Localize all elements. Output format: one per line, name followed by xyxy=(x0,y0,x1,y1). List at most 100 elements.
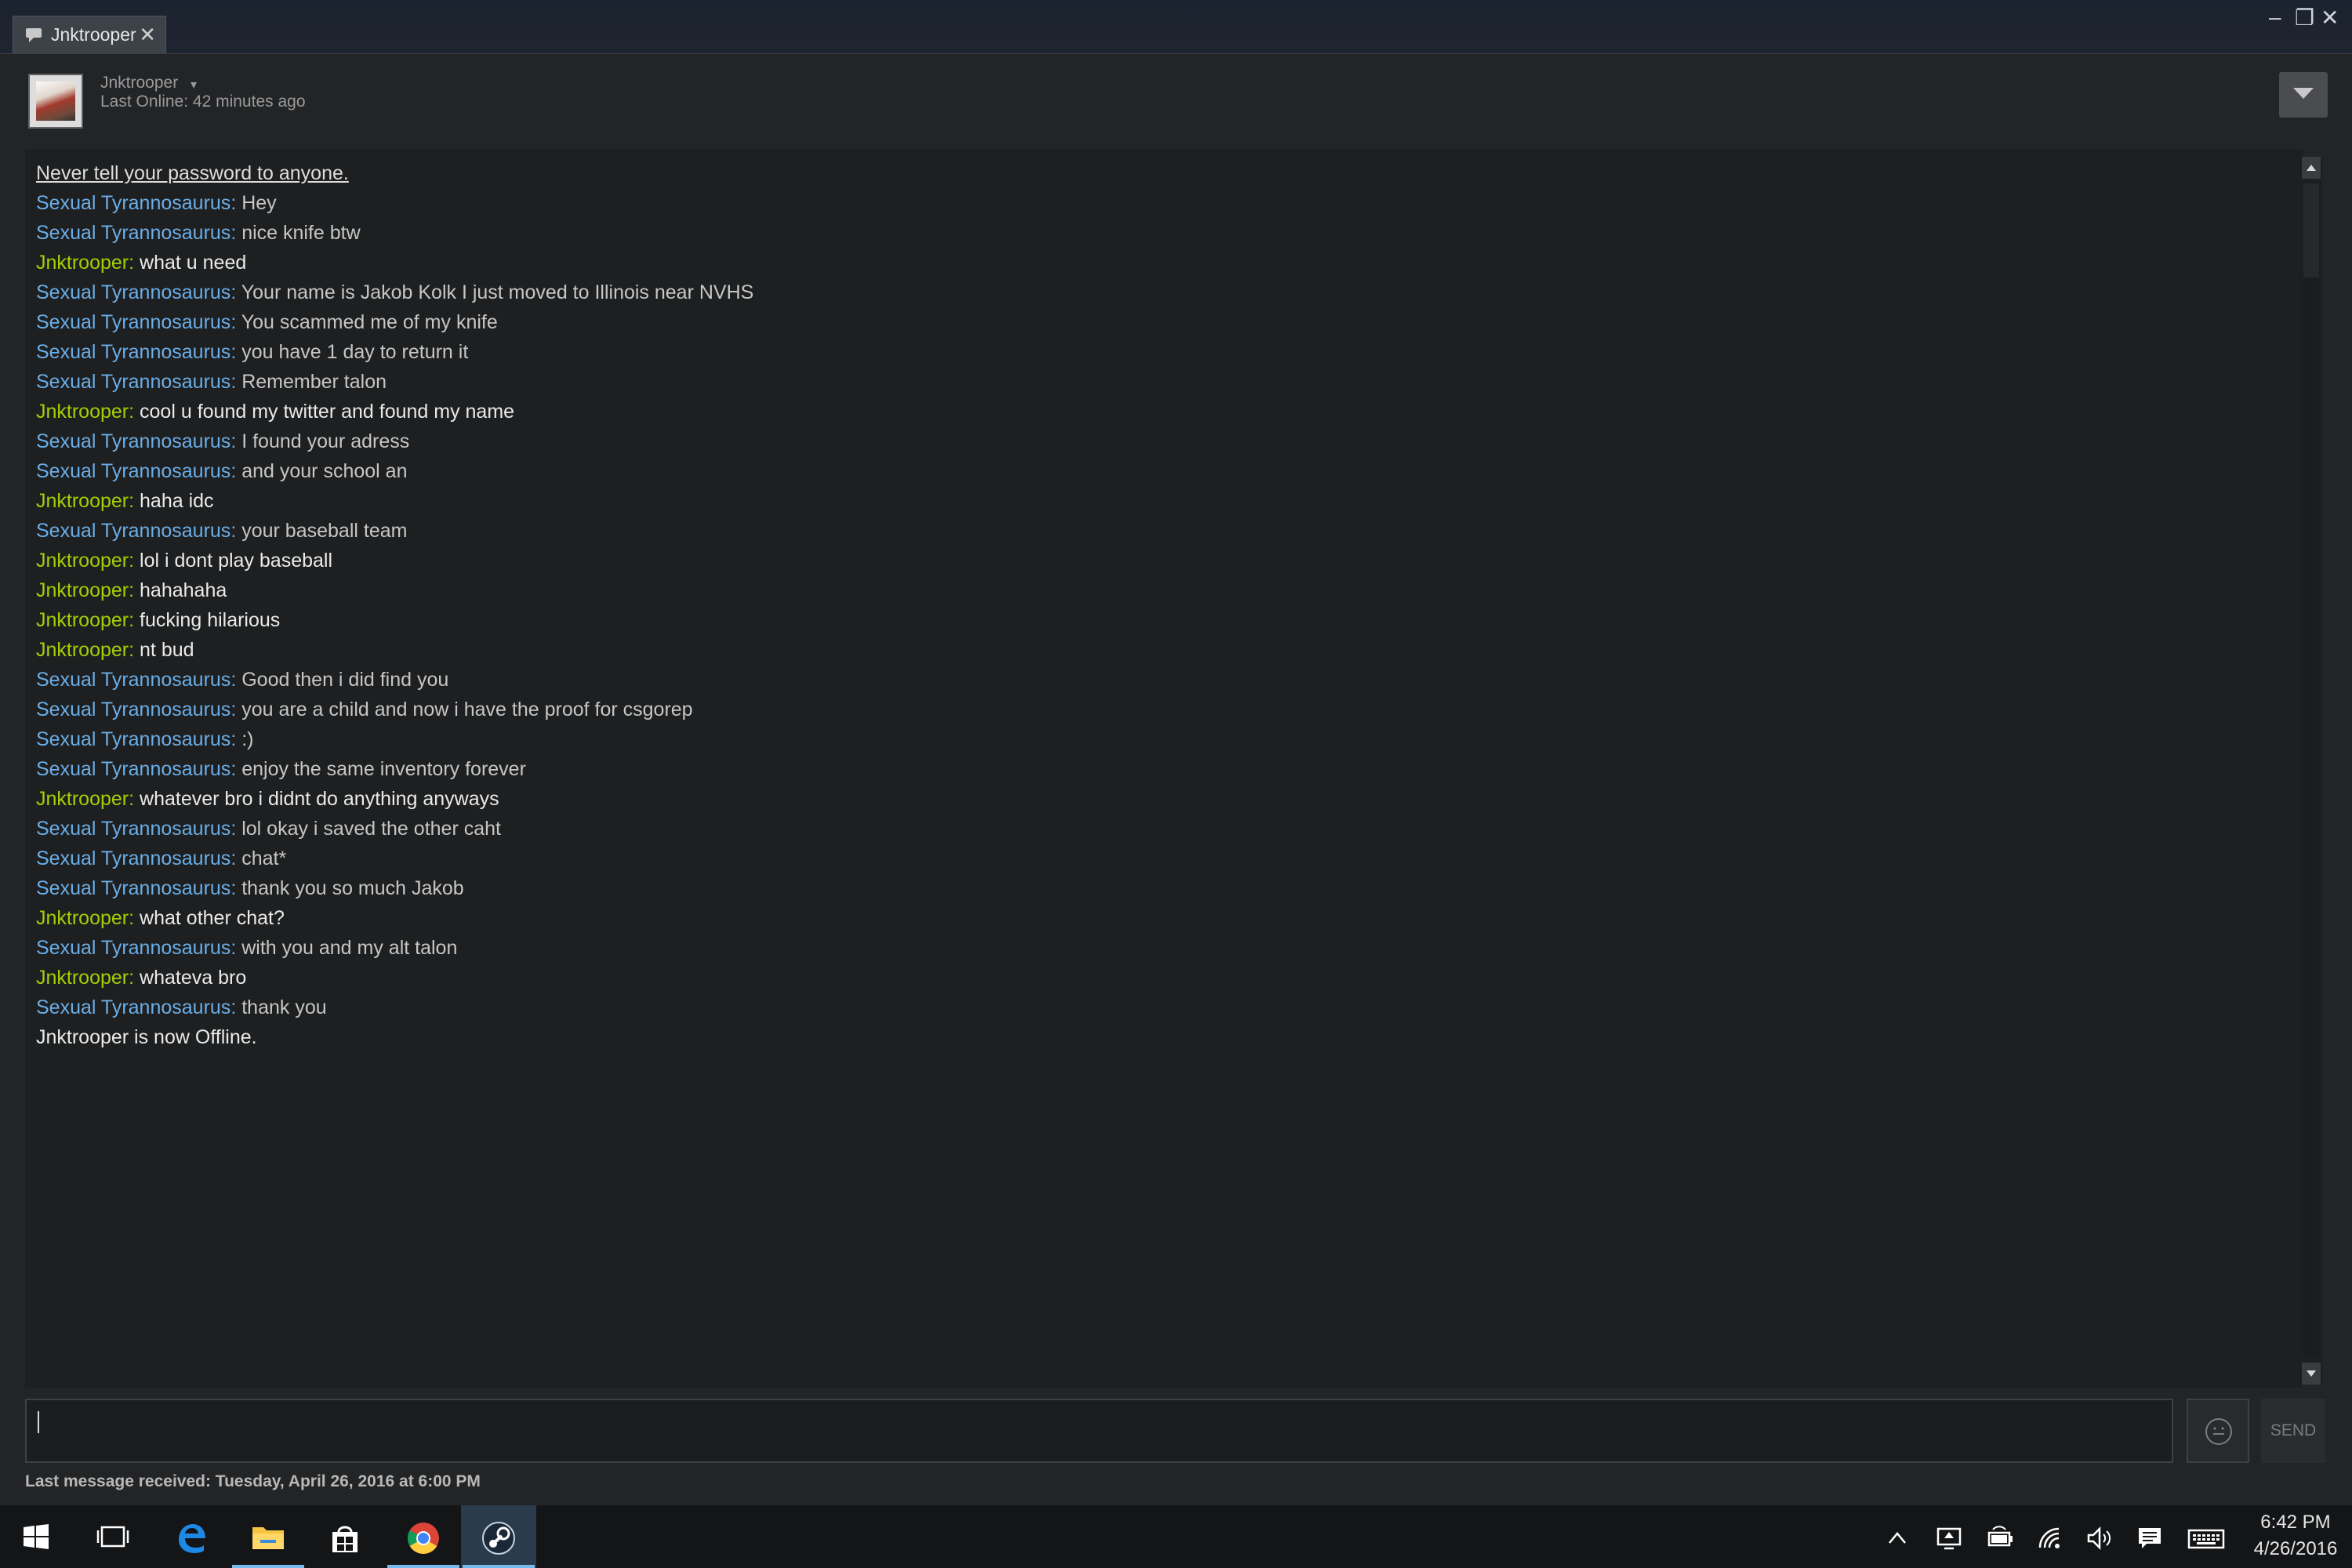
message-sender[interactable]: Jnktrooper xyxy=(36,252,129,274)
sender-separator: : xyxy=(230,996,242,1018)
chat-message: Jnktrooper: cool u found my twitter and … xyxy=(36,397,2278,426)
volume-icon[interactable] xyxy=(2085,1526,2114,1551)
window-close-button[interactable]: ✕ xyxy=(2321,5,2339,31)
sender-separator: : xyxy=(230,430,242,452)
message-text: what other chat? xyxy=(140,907,285,929)
chat-log[interactable]: Never tell your password to anyone. Sexu… xyxy=(25,149,2303,1388)
chat-message: Sexual Tyrannosaurus: you are a child an… xyxy=(36,695,2278,724)
tab-label: Jnktrooper xyxy=(51,24,136,45)
message-sender[interactable]: Sexual Tyrannosaurus xyxy=(36,341,230,363)
task-view-button[interactable] xyxy=(75,1505,151,1568)
tab-close-icon[interactable]: ✕ xyxy=(139,23,156,47)
clock-date[interactable]: 4/26/2016 xyxy=(2249,1538,2343,1560)
message-sender[interactable]: Sexual Tyrannosaurus xyxy=(36,728,230,750)
message-sender[interactable]: Sexual Tyrannosaurus xyxy=(36,520,230,542)
message-sender[interactable]: Sexual Tyrannosaurus xyxy=(36,758,230,780)
message-sender[interactable]: Jnktrooper xyxy=(36,788,129,810)
chrome-icon xyxy=(408,1523,439,1554)
message-sender[interactable]: Sexual Tyrannosaurus xyxy=(36,669,230,691)
action-center-icon[interactable] xyxy=(2136,1526,2164,1551)
avatar[interactable] xyxy=(28,74,83,129)
message-list: Never tell your password to anyone. Sexu… xyxy=(36,158,2278,1052)
message-sender[interactable]: Sexual Tyrannosaurus xyxy=(36,848,230,869)
scroll-up-button[interactable] xyxy=(2302,157,2321,179)
sender-separator: : xyxy=(129,967,140,989)
message-sender[interactable]: Sexual Tyrannosaurus xyxy=(36,311,230,333)
friend-header: Jnktrooper ▾ Last Online: 42 minutes ago xyxy=(0,55,2352,141)
message-sender[interactable]: Jnktrooper xyxy=(36,579,129,601)
sender-separator: : xyxy=(129,639,140,661)
sender-separator: : xyxy=(129,907,140,929)
store-icon xyxy=(332,1526,358,1552)
message-sender[interactable]: Sexual Tyrannosaurus xyxy=(36,996,230,1018)
restore-button[interactable]: ❐ xyxy=(2295,5,2314,31)
chat-message: Sexual Tyrannosaurus: and your school an xyxy=(36,456,2278,486)
message-sender[interactable]: Sexual Tyrannosaurus xyxy=(36,430,230,452)
message-sender[interactable]: Jnktrooper xyxy=(36,967,129,989)
message-sender[interactable]: Jnktrooper xyxy=(36,609,129,631)
message-sender[interactable]: Sexual Tyrannosaurus xyxy=(36,192,230,214)
message-sender[interactable]: Sexual Tyrannosaurus xyxy=(36,281,230,303)
clock-time[interactable]: 6:42 PM xyxy=(2256,1512,2335,1534)
message-text: hahahaha xyxy=(140,579,227,601)
steam-taskbar-button[interactable] xyxy=(461,1505,536,1568)
scrollbar[interactable] xyxy=(2300,157,2322,1385)
scroll-track[interactable] xyxy=(2303,183,2319,1355)
friend-name[interactable]: Jnktrooper xyxy=(100,74,178,93)
message-sender[interactable]: Jnktrooper xyxy=(36,401,129,423)
message-sender[interactable]: Jnktrooper xyxy=(36,907,129,929)
chat-message: Jnktrooper: lol i dont play baseball xyxy=(36,546,2278,575)
start-icon xyxy=(24,1524,49,1549)
message-text: what u need xyxy=(140,252,247,274)
chat-message: Sexual Tyrannosaurus: thank you so much … xyxy=(36,873,2278,903)
message-sender[interactable]: Sexual Tyrannosaurus xyxy=(36,699,230,720)
chat-message: Sexual Tyrannosaurus: You scammed me of … xyxy=(36,307,2278,337)
send-button[interactable]: SEND xyxy=(2261,1399,2325,1463)
security-notice[interactable]: Never tell your password to anyone. xyxy=(36,158,2278,188)
chat-bubble-icon xyxy=(26,28,42,42)
scroll-down-button[interactable] xyxy=(2302,1363,2321,1385)
sender-separator: : xyxy=(230,699,242,720)
chat-message: Sexual Tyrannosaurus: Your name is Jakob… xyxy=(36,278,2278,307)
message-sender[interactable]: Sexual Tyrannosaurus xyxy=(36,818,230,840)
sender-separator: : xyxy=(230,460,242,482)
message-sender[interactable]: Sexual Tyrannosaurus xyxy=(36,222,230,244)
arrow-down-icon xyxy=(2307,1370,2316,1377)
message-text: Remember talon xyxy=(241,371,387,393)
battery-icon[interactable] xyxy=(1987,1526,2015,1551)
options-dropdown-button[interactable] xyxy=(2279,72,2328,118)
chat-message: Sexual Tyrannosaurus: thank you xyxy=(36,993,2278,1022)
message-sender[interactable]: Jnktrooper xyxy=(36,550,129,572)
chat-tab[interactable]: Jnktrooper ✕ xyxy=(13,16,166,53)
wifi-icon[interactable] xyxy=(2037,1526,2065,1551)
message-text: enjoy the same inventory forever xyxy=(241,758,526,780)
keyboard-icon[interactable] xyxy=(2187,1526,2225,1551)
friend-menu-caret-icon[interactable]: ▾ xyxy=(191,77,197,93)
store-taskbar-button[interactable] xyxy=(307,1505,383,1568)
message-text: whatever bro i didnt do anything anyways xyxy=(140,788,499,810)
message-text: thank you xyxy=(241,996,327,1018)
message-input[interactable] xyxy=(25,1399,2173,1463)
sender-separator: : xyxy=(230,371,242,393)
edge-taskbar-button[interactable] xyxy=(154,1505,229,1568)
chevron-up-icon[interactable] xyxy=(1883,1526,1911,1551)
message-text: haha idc xyxy=(140,490,214,512)
message-text: Hey xyxy=(241,192,277,214)
message-text: thank you so much Jakob xyxy=(241,877,464,899)
scroll-thumb[interactable] xyxy=(2303,183,2319,278)
message-sender[interactable]: Sexual Tyrannosaurus xyxy=(36,937,230,959)
message-sender[interactable]: Jnktrooper xyxy=(36,490,129,512)
minimize-button[interactable]: – xyxy=(2269,5,2281,30)
message-sender[interactable]: Sexual Tyrannosaurus xyxy=(36,460,230,482)
emoticon-button[interactable] xyxy=(2187,1399,2249,1463)
file-explorer-taskbar-button[interactable] xyxy=(230,1505,306,1568)
message-sender[interactable]: Sexual Tyrannosaurus xyxy=(36,371,230,393)
message-sender[interactable]: Sexual Tyrannosaurus xyxy=(36,877,230,899)
message-text: :) xyxy=(241,728,254,750)
chrome-taskbar-button[interactable] xyxy=(386,1505,461,1568)
display-icon[interactable] xyxy=(1935,1526,1963,1551)
message-sender[interactable]: Jnktrooper xyxy=(36,639,129,661)
chat-message: Jnktrooper: fucking hilarious xyxy=(36,605,2278,635)
chat-message: Sexual Tyrannosaurus: Hey xyxy=(36,188,2278,218)
start-button[interactable] xyxy=(0,1505,75,1568)
